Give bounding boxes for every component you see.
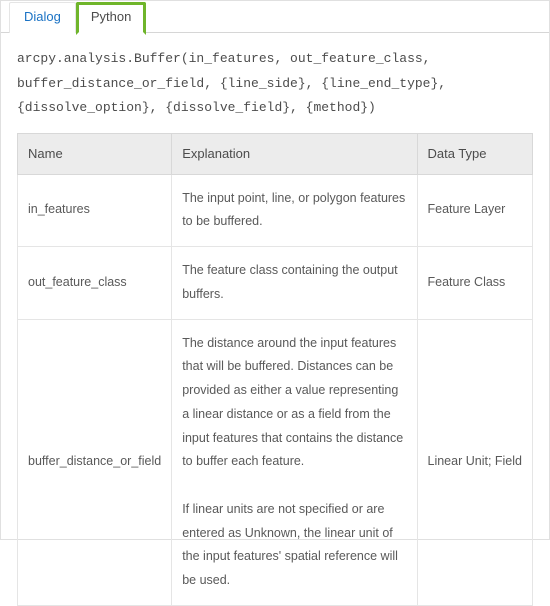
parameters-table: Name Explanation Data Type in_features T…	[17, 133, 533, 606]
tab-python[interactable]: Python	[76, 2, 146, 35]
table-row: out_feature_class The feature class cont…	[18, 247, 533, 320]
table-row: buffer_distance_or_field The distance ar…	[18, 319, 533, 605]
table-header-row: Name Explanation Data Type	[18, 134, 533, 175]
param-datatype: Linear Unit; Field	[417, 319, 533, 605]
col-header-name: Name	[18, 134, 172, 175]
param-datatype: Feature Class	[417, 247, 533, 320]
col-header-datatype: Data Type	[417, 134, 533, 175]
col-header-explanation: Explanation	[172, 134, 417, 175]
param-name: out_feature_class	[18, 247, 172, 320]
tab-bar: Dialog Python	[1, 1, 549, 33]
param-explanation: The feature class containing the output …	[172, 247, 417, 320]
param-name: buffer_distance_or_field	[18, 319, 172, 605]
content-panel: arcpy.analysis.Buffer(in_features, out_f…	[1, 33, 549, 606]
tab-dialog[interactable]: Dialog	[9, 2, 76, 33]
param-datatype: Feature Layer	[417, 174, 533, 247]
param-explanation: The distance around the input features t…	[172, 319, 417, 605]
table-row: in_features The input point, line, or po…	[18, 174, 533, 247]
param-name: in_features	[18, 174, 172, 247]
param-explanation: The input point, line, or polygon featur…	[172, 174, 417, 247]
syntax-signature: arcpy.analysis.Buffer(in_features, out_f…	[17, 47, 533, 121]
